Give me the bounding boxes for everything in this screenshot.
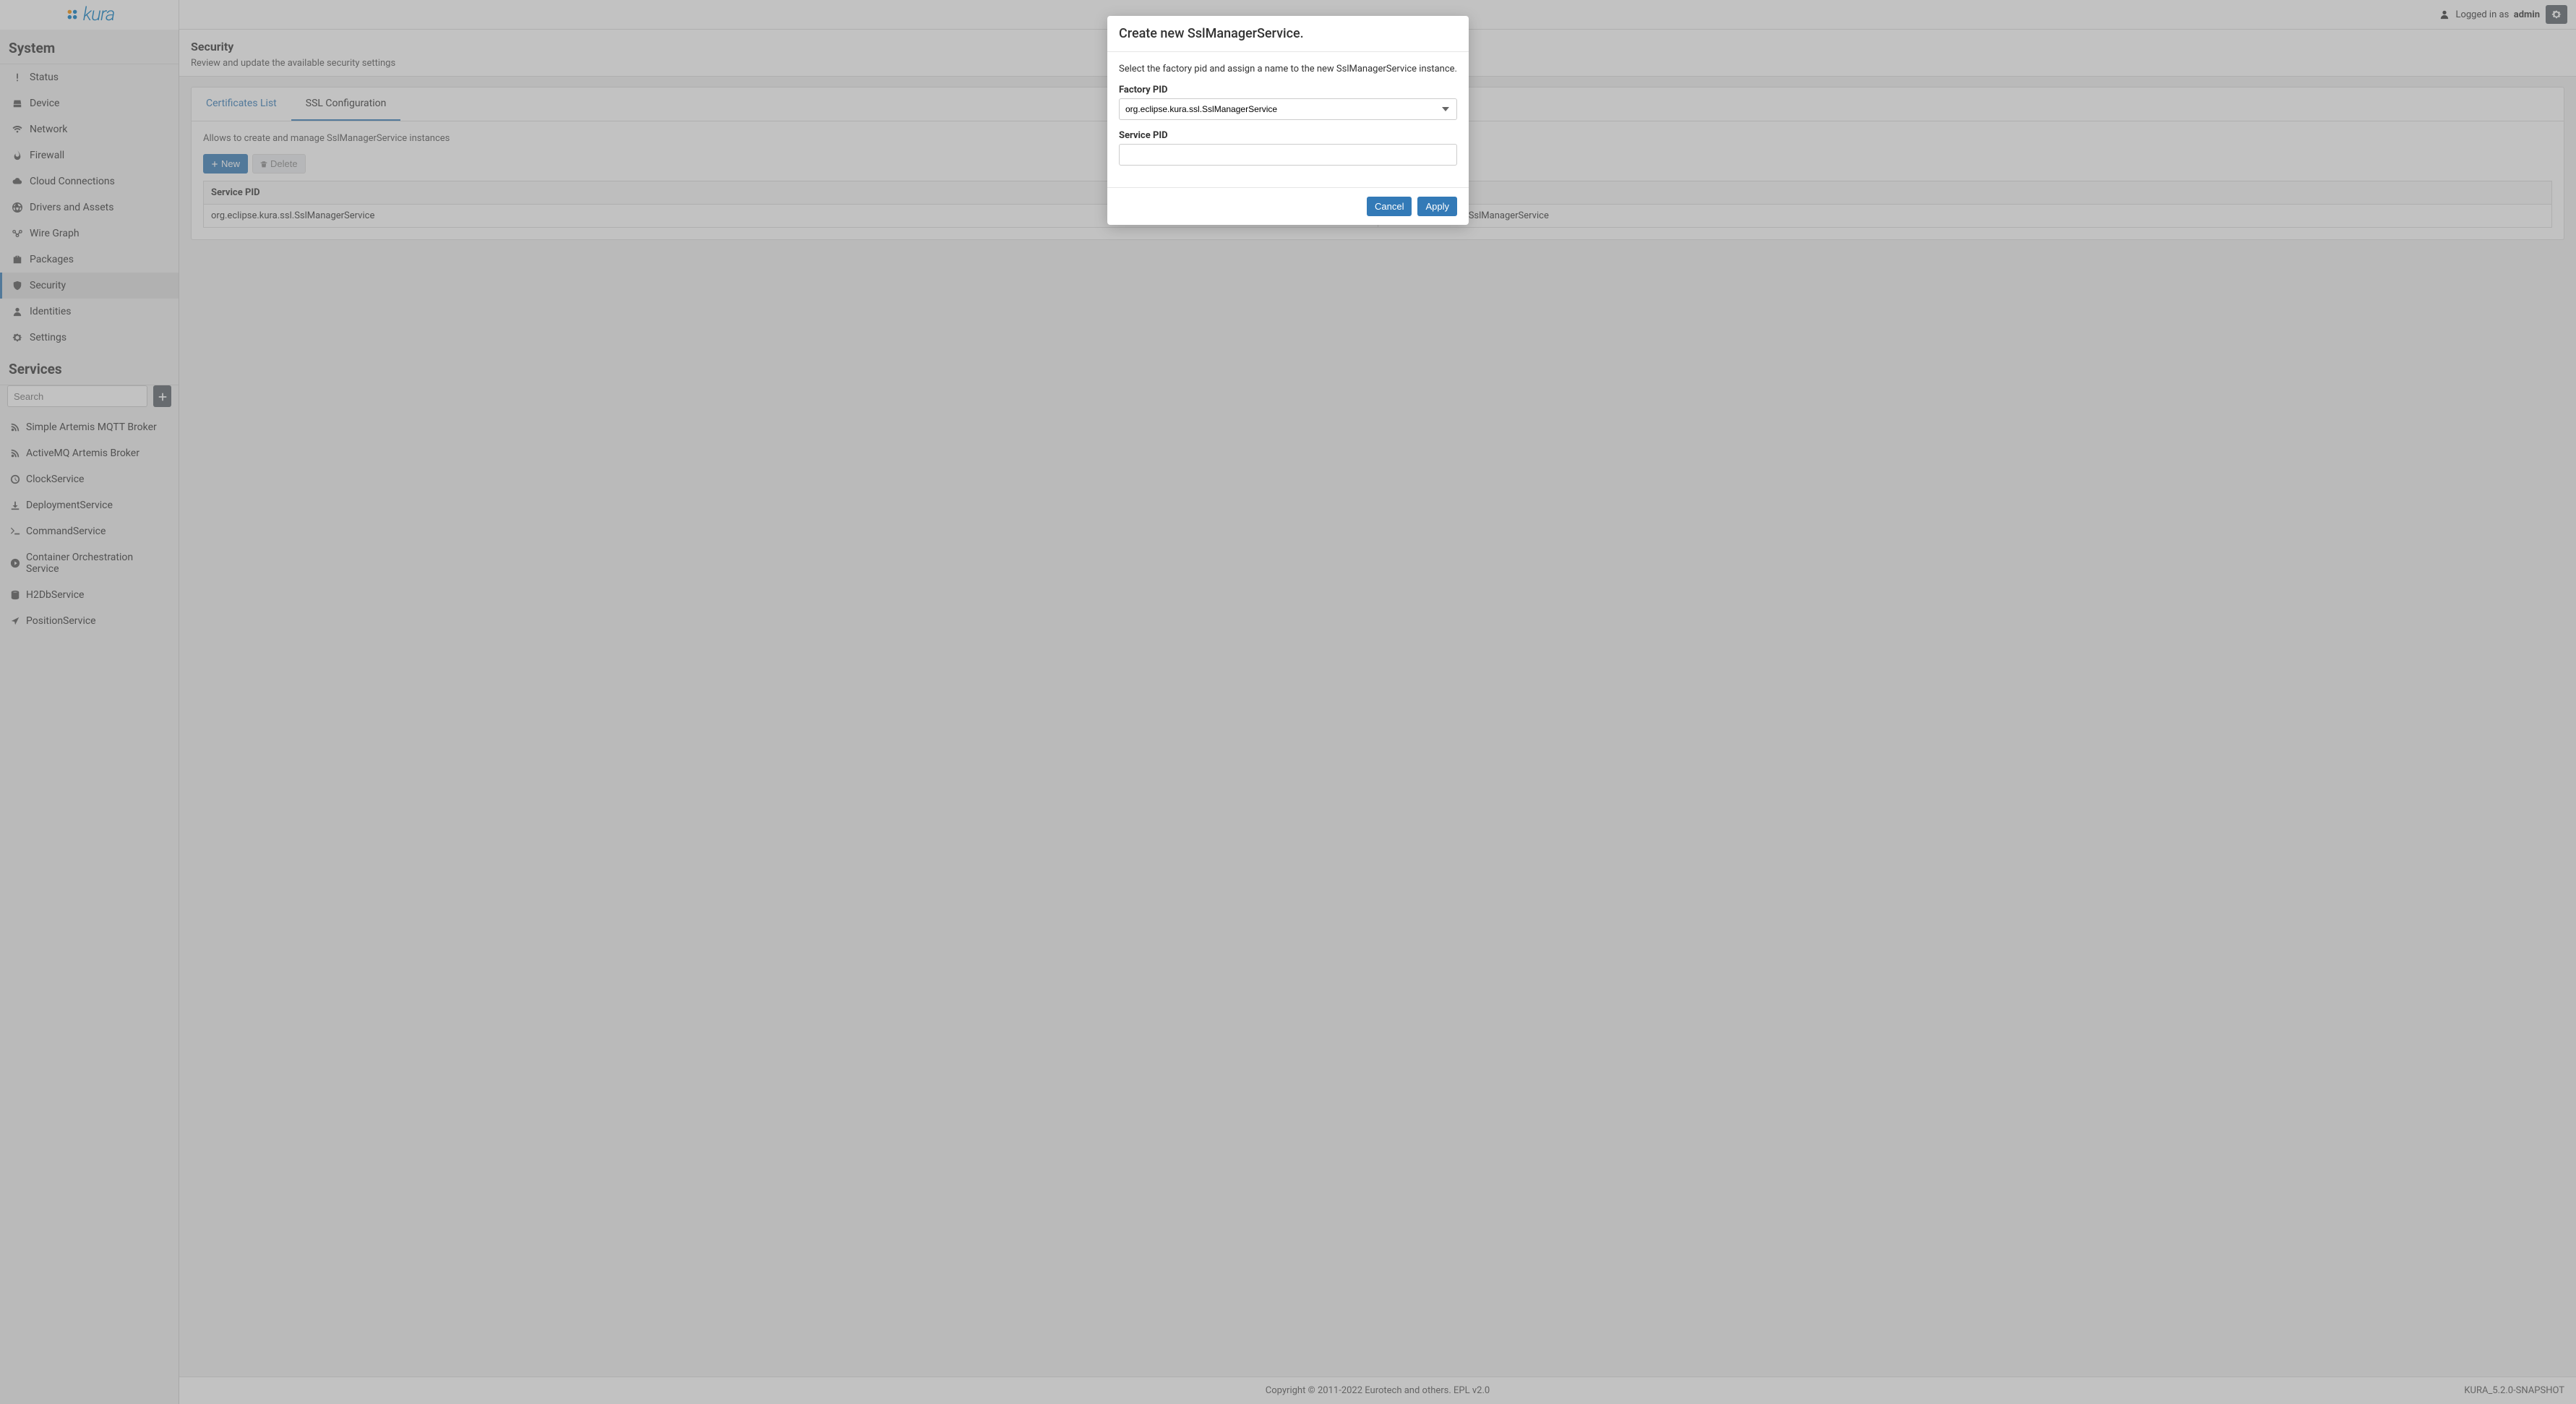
service-pid-group: Service PID [1119,130,1457,166]
modal-description: Select the factory pid and assign a name… [1119,64,1457,74]
factory-pid-select[interactable]: org.eclipse.kura.ssl.SslManagerService [1119,98,1457,120]
modal-overlay[interactable]: Create new SslManagerService. Select the… [0,0,2576,1404]
cancel-button[interactable]: Cancel [1367,197,1412,216]
service-pid-label: Service PID [1119,130,1457,141]
modal-header: Create new SslManagerService. [1107,16,1469,52]
modal-title: Create new SslManagerService. [1119,26,1457,41]
apply-button[interactable]: Apply [1417,197,1457,216]
factory-pid-group: Factory PID org.eclipse.kura.ssl.SslMana… [1119,85,1457,120]
service-pid-input[interactable] [1119,144,1457,166]
create-service-modal: Create new SslManagerService. Select the… [1107,16,1469,225]
factory-pid-label: Factory PID [1119,85,1457,95]
modal-footer: Cancel Apply [1107,187,1469,225]
modal-body: Select the factory pid and assign a name… [1107,52,1469,187]
